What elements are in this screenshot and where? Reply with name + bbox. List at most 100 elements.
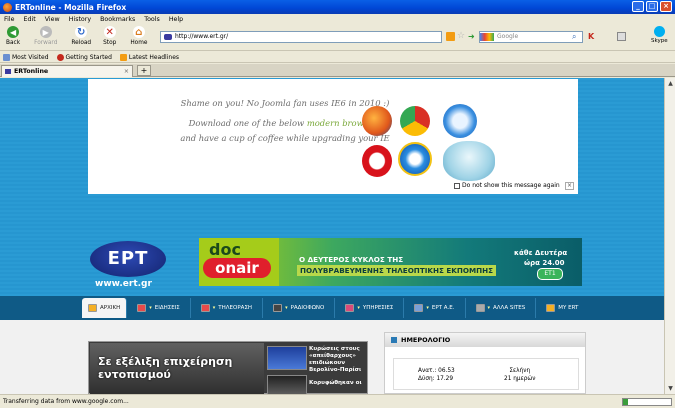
address-bar[interactable]: http://www.ert.gr/ [160, 31, 442, 43]
banner-line2b: ΤΗΛΕΟΠΤΙΚΗΣ ΕΚΠΟΜΠΗΣ [383, 266, 494, 275]
home-button[interactable]: ⌂ Home [130, 26, 147, 46]
home-nav-icon [88, 304, 97, 312]
tab-label: ERTonline [14, 68, 49, 75]
news-thumb-eu-flag[interactable] [267, 346, 307, 370]
dont-show-label: Do not show this message again [462, 182, 560, 189]
nav-ert-sa[interactable]: ▾ ΕΡΤ Α.Ε. [404, 298, 466, 318]
nav-services[interactable]: ▾ ΥΠΗΡΕΣΙΕΣ [335, 298, 405, 318]
address-url: http://www.ert.gr/ [175, 33, 229, 40]
menu-bookmarks[interactable]: Bookmarks [100, 16, 135, 23]
bookmark-getting-started[interactable]: Getting Started [56, 53, 112, 61]
tab-ertonline[interactable]: ERTonline × [1, 65, 133, 77]
menu-edit[interactable]: Edit [24, 16, 36, 23]
radio-nav-icon [273, 304, 283, 312]
home-label: Home [130, 40, 148, 46]
my-ert-nav-icon [546, 304, 556, 312]
main-nav: ΑΡΧΙΚΗ ▾ ΕΙΔΗΣΕΙΣ ▾ ΤΗΛΕΟΡΑΣΗ ▾ ΡΑΔΙΟΦΩΝΟ ▾… [82, 298, 590, 318]
calendar-row: Ανατ.: 06.53 Δύση: 17.29 Σελήνη 21 ημερώ… [393, 358, 579, 390]
moon-info: Σελήνη 21 ημερών [504, 367, 536, 383]
ie6-close-icon[interactable]: × [565, 182, 574, 190]
new-tab-button[interactable]: + [137, 65, 151, 76]
rss-feed-icon[interactable] [446, 32, 455, 41]
search-input[interactable]: Google [479, 31, 583, 43]
ert-site-link[interactable]: www.ert.gr [95, 279, 152, 289]
firefox-icon [3, 2, 12, 12]
ie6-warning-box: Shame on you! No Joomla fan uses IE6 in … [88, 79, 578, 194]
loading-progress [622, 398, 672, 406]
go-arrow-icon[interactable]: ➜ [468, 32, 477, 41]
news-nav-icon [137, 304, 147, 312]
menu-help[interactable]: Help [169, 16, 183, 23]
ert-logo[interactable]: ΕΡΤ [90, 241, 166, 277]
window-controls: _ □ × [632, 1, 672, 12]
other-sites-nav-icon [475, 304, 485, 312]
status-text: Transferring data from www.google.com... [3, 398, 129, 405]
skype-button[interactable]: Skype [651, 26, 668, 44]
banner-time: ώρα 24.00 [524, 259, 565, 267]
doconair-banner[interactable]: doc onair Ο ΔΕΥΤΕΡΟΣ ΚΥΚΛΟΣ ΤΗΣ ΠΟΛΥΒΡΑΒ… [199, 238, 582, 286]
addon-box-icon[interactable] [617, 32, 626, 41]
bookmark-label: Most Visited [12, 53, 49, 61]
menu-view[interactable]: View [45, 16, 60, 23]
news-item1[interactable]: Κυρώσεις στους «απείθαρχους» επιδιώκουν … [309, 346, 367, 374]
nav-radio[interactable]: ▾ ΡΑΔΙΟΦΩΝΟ [263, 298, 336, 318]
dont-show-option[interactable]: Do not show this message again [454, 182, 560, 189]
calendar-panel: ΗΜΕΡΟΛΟΓΙΟ Ανατ.: 06.53 Δύση: 17.29 Σελή… [384, 332, 586, 394]
ie8-logo-icon[interactable] [398, 142, 432, 176]
close-button[interactable]: × [660, 1, 672, 12]
rss-icon [119, 53, 127, 61]
stop-icon: ✕ [103, 26, 116, 38]
chrome-logo-icon[interactable] [400, 106, 430, 136]
calendar-header: ΗΜΕΡΟΛΟΓΙΟ [385, 333, 585, 347]
safari-logo-icon[interactable] [443, 104, 477, 138]
banner-line2a: ΠΟΛΥΒΡΑΒΕΥΜΕΝΗΣ [300, 266, 384, 275]
tab-close-icon[interactable]: × [124, 66, 129, 77]
sun-times: Ανατ.: 06.53 Δύση: 17.29 [418, 367, 455, 383]
news-main-image[interactable]: Σε εξέλιξη επιχείρηση εντοπισμού [90, 343, 264, 394]
status-bar: Transferring data from www.google.com... [0, 394, 675, 408]
scroll-up-icon[interactable]: ▲ [666, 79, 675, 88]
minimize-button[interactable]: _ [632, 1, 644, 12]
bookmark-most-visited[interactable]: Most Visited [3, 53, 49, 61]
reload-button[interactable]: ↻ Reload [71, 26, 91, 46]
skype-label: Skype [651, 38, 668, 44]
firefox-logo-icon[interactable] [362, 106, 392, 136]
maximize-button[interactable]: □ [646, 1, 658, 12]
search-placeholder: Google [497, 33, 519, 40]
ie6-line1: Shame on you! No Joomla fan uses IE6 in … [180, 98, 390, 108]
tab-favicon [5, 69, 11, 74]
calendar-title: ΗΜΕΡΟΛΟΓΙΟ [401, 336, 451, 344]
nav-label: ΑΛΛΑ SITES [493, 305, 526, 311]
banner-line1: Ο ΔΕΥΤΕΡΟΣ ΚΥΚΛΟΣ ΤΗΣ [299, 255, 404, 264]
menu-file[interactable]: File [4, 16, 15, 23]
bookmark-star-icon[interactable]: ☆ [457, 32, 466, 41]
opera-logo-icon[interactable] [362, 145, 392, 177]
stop-button[interactable]: ✕ Stop [103, 26, 116, 46]
forward-button[interactable]: ▶ Forward [34, 26, 57, 46]
google-engine-icon[interactable] [480, 33, 494, 41]
stop-label: Stop [103, 40, 117, 46]
nav-other-sites[interactable]: ▾ ΑΛΛΑ SITES [466, 298, 537, 318]
banner-day: κάθε Δευτέρα [514, 249, 568, 257]
menu-tools[interactable]: Tools [144, 16, 160, 23]
banner-doc: doc [209, 240, 241, 259]
menu-history[interactable]: History [69, 16, 91, 23]
nav-tv[interactable]: ▾ ΤΗΛΕΟΡΑΣΗ [191, 298, 264, 318]
vertical-scrollbar[interactable]: ▲ ▼ [664, 78, 675, 394]
back-button[interactable]: ◀ Back [6, 26, 20, 46]
scroll-down-icon[interactable]: ▼ [666, 384, 675, 393]
news-item2[interactable]: Κορυφώθηκαν οι [309, 380, 367, 387]
services-nav-icon [345, 304, 355, 312]
dont-show-checkbox[interactable] [454, 182, 460, 189]
news-headline[interactable]: Σε εξέλιξη επιχείρηση εντοπισμού [98, 355, 264, 381]
nav-label: ΕΙΔΗΣΕΙΣ [154, 305, 180, 311]
nav-my-ert[interactable]: MY ERT [536, 298, 588, 318]
addon-icon[interactable]: K [588, 32, 597, 41]
bookmark-latest-headlines[interactable]: Latest Headlines [119, 53, 179, 61]
search-icon[interactable]: ⌕ [572, 32, 581, 41]
nav-news[interactable]: ▾ ΕΙΔΗΣΕΙΣ [127, 298, 191, 318]
nav-home[interactable]: ΑΡΧΙΚΗ [82, 298, 128, 318]
news-thumb-2[interactable] [267, 375, 307, 394]
reload-label: Reload [71, 40, 92, 46]
nav-label: ΡΑΔΙΟΦΩΝΟ [290, 305, 325, 311]
